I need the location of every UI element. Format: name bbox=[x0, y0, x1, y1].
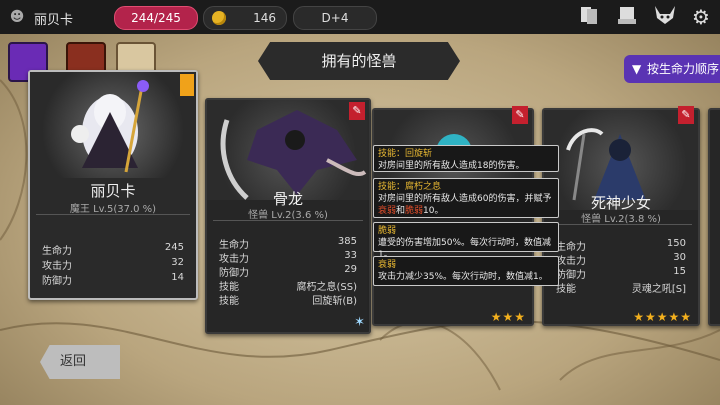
stat-row: 攻击力 30 bbox=[556, 252, 686, 267]
player-name: 丽贝卡 bbox=[34, 13, 74, 28]
monster-card-death-girl[interactable]: ✎ 死神少女 怪兽 Lv.2(3.8 %) 生命力 150 攻击力 30 防御力 15… bbox=[542, 106, 700, 326]
tooltip-title: 脆弱 bbox=[378, 226, 397, 236]
stat-row: 技能 腐朽之息(SS) bbox=[219, 282, 357, 293]
tooltip-title: 技能：腐朽之息 bbox=[378, 182, 442, 192]
top-bar: ☻ 丽贝卡 244/245 146 D+4 ⚙ bbox=[0, 0, 720, 34]
back-button-label: 返回 bbox=[60, 354, 87, 369]
edit-tag-icon[interactable]: ✎ bbox=[678, 106, 694, 124]
status-tooltip: 衰弱 攻击力减少35%。每次行动时，数值减1。 bbox=[373, 256, 559, 286]
gear-icon[interactable]: ⚙ bbox=[688, 4, 714, 30]
card-subtitle: 怪兽 Lv.2(3.8 %) bbox=[581, 214, 661, 225]
tooltip-title: 技能：回旋斩 bbox=[378, 149, 433, 159]
tooltip-text: 对房间里的所有敌人造成18的伤害。 bbox=[378, 161, 525, 171]
skill-tooltip: 技能：腐朽之息 对房间里的所有敌人造成60的伤害，并赋予衰弱和脆弱10。 bbox=[373, 178, 559, 218]
player-avatar-icon[interactable]: ☻ bbox=[8, 8, 26, 26]
stat-row: 防御力 15 bbox=[556, 266, 686, 281]
edit-tag-icon[interactable]: ✎ bbox=[512, 106, 528, 124]
page-title: 拥有的怪兽 bbox=[258, 42, 460, 80]
skill-tooltip: 技能：回旋斩 对房间里的所有敌人造成18的伤害。 bbox=[373, 145, 559, 172]
stat-row: 技能 灵魂之吼[S] bbox=[556, 284, 686, 295]
day-counter: D+4 bbox=[293, 6, 377, 30]
filter-icon: ▼ bbox=[632, 62, 642, 76]
coin-icon bbox=[212, 11, 226, 25]
cards-icon[interactable] bbox=[576, 4, 602, 30]
stat-row: 生命力 385 bbox=[219, 236, 357, 251]
gold-counter: 146 bbox=[203, 6, 287, 30]
scroll-icon[interactable] bbox=[614, 4, 640, 30]
monster-card-partial[interactable] bbox=[708, 108, 720, 326]
stat-row: 生命力 150 bbox=[556, 238, 686, 253]
edit-tag-icon[interactable]: ✎ bbox=[349, 102, 365, 120]
divider bbox=[36, 214, 190, 215]
demon-icon[interactable] bbox=[652, 4, 678, 30]
gold-value: 146 bbox=[253, 11, 276, 25]
sort-button[interactable]: ▼ 按生命力顺序 bbox=[624, 55, 720, 83]
tooltip-text: 攻击力减少35%。每次行动时，数值减1。 bbox=[378, 272, 548, 282]
tooltip-title: 衰弱 bbox=[378, 260, 397, 270]
hero-portrait bbox=[30, 72, 196, 178]
divider bbox=[550, 224, 692, 225]
card-subtitle: 怪兽 Lv.2(3.6 %) bbox=[248, 210, 328, 221]
stat-row: 技能 回旋斩(B) bbox=[219, 296, 357, 307]
card-subtitle: 魔王 Lv.5(37.0 %) bbox=[69, 204, 157, 215]
back-button[interactable]: 返回 bbox=[40, 345, 120, 379]
ice-crystal-icon: ✶ bbox=[354, 315, 365, 330]
monster-card-hero[interactable]: 丽贝卡 魔王 Lv.5(37.0 %) 生命力 245 攻击力 32 防御力 14 bbox=[28, 70, 198, 300]
sort-button-label: 按生命力顺序 bbox=[647, 62, 720, 76]
stat-row: 生命力 245 bbox=[42, 242, 184, 257]
rarity-stars: ★★★★★ bbox=[633, 310, 692, 324]
status-tooltip: 脆弱 遭受的伤害增加50%。每次行动时，数值减1。 bbox=[373, 222, 559, 260]
rank-banner-icon bbox=[180, 74, 194, 96]
tooltip-text: 对房间里的所有敌人造成60的伤害，并赋予衰弱和脆弱10。 bbox=[378, 194, 552, 216]
stat-row: 防御力 29 bbox=[219, 264, 357, 279]
card-name: 丽贝卡 bbox=[90, 182, 136, 200]
stat-row: 攻击力 33 bbox=[219, 250, 357, 265]
stat-row: 防御力 14 bbox=[42, 272, 184, 287]
monster-card-bone-dragon[interactable]: ✎ 骨龙 怪兽 Lv.2(3.6 %) 生命力 385 攻击力 33 防御力 29 技… bbox=[205, 98, 371, 334]
bone-dragon-portrait bbox=[207, 100, 369, 200]
divider bbox=[213, 220, 363, 221]
rarity-stars: ★★★ bbox=[490, 310, 526, 324]
hp-counter: 244/245 bbox=[114, 6, 198, 30]
stat-row: 攻击力 32 bbox=[42, 257, 184, 272]
